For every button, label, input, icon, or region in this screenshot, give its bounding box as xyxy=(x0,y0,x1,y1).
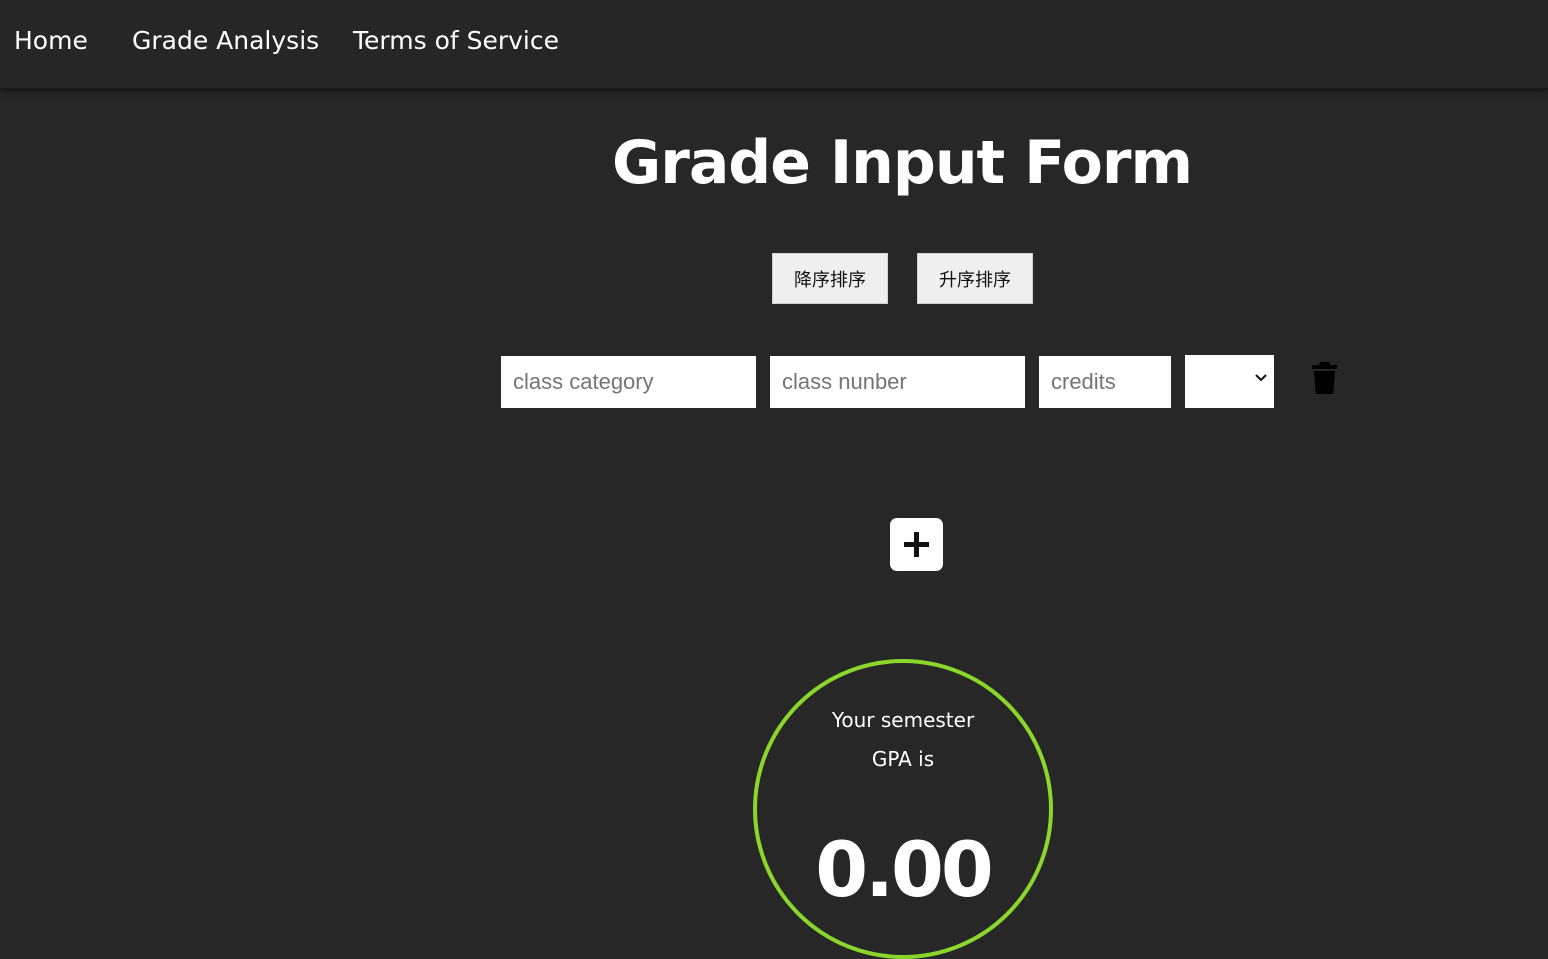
plus-icon xyxy=(904,532,929,557)
class-category-input[interactable] xyxy=(501,356,756,408)
nav-terms-link[interactable]: Terms of Service xyxy=(353,26,559,55)
gpa-value: 0.00 xyxy=(815,825,994,914)
add-course-button[interactable] xyxy=(890,518,943,571)
sort-descending-button[interactable]: 降序排序 xyxy=(772,253,888,304)
nav-home-link[interactable]: Home xyxy=(14,26,88,55)
gpa-label-line2: GPA is xyxy=(871,747,935,771)
gpa-result-circle: Your semester GPA is 0.00 xyxy=(753,659,1053,959)
grade-select[interactable] xyxy=(1185,355,1274,408)
gpa-label: Your semester GPA is xyxy=(757,701,1049,779)
top-navbar: Home Grade Analysis Terms of Service xyxy=(0,0,1548,89)
trash-icon[interactable] xyxy=(1311,361,1338,395)
sort-ascending-button[interactable]: 升序排序 xyxy=(917,253,1033,304)
chevron-down-icon xyxy=(1255,374,1267,382)
nav-grade-analysis-link[interactable]: Grade Analysis xyxy=(132,26,319,55)
credits-input[interactable] xyxy=(1039,356,1171,408)
class-number-input[interactable] xyxy=(770,356,1025,408)
page-title: Grade Input Form xyxy=(611,128,1193,198)
gpa-label-line1: Your semester xyxy=(831,708,975,732)
